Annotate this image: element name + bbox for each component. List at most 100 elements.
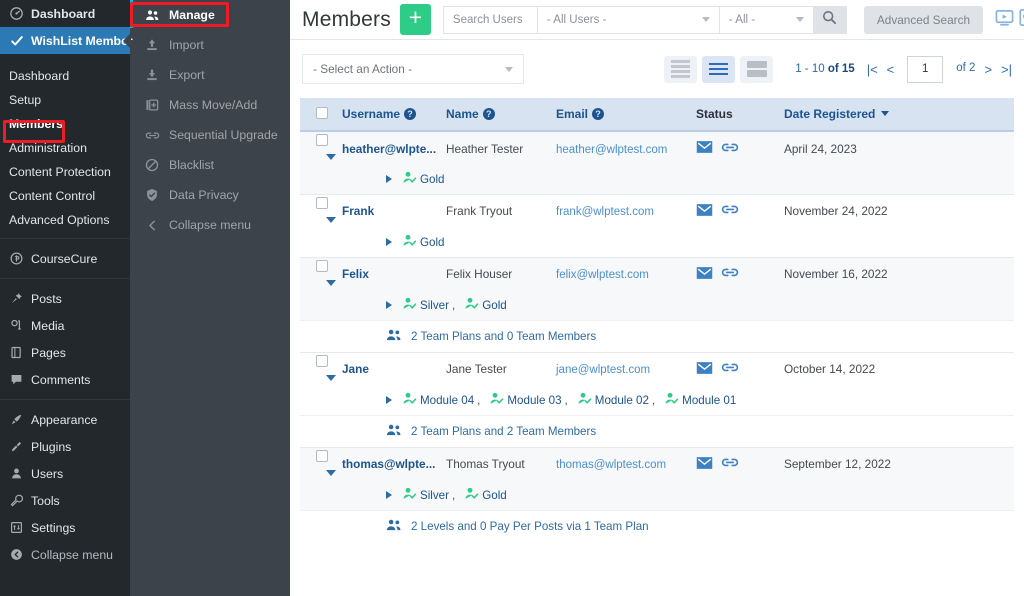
sidebar-item-wlm-administration[interactable]: Administration <box>0 136 130 160</box>
username-link[interactable]: Jane <box>342 362 369 376</box>
link-status-icon[interactable] <box>721 266 739 282</box>
search-button[interactable] <box>812 5 847 34</box>
sidebar-item-wlm-content-control[interactable]: Content Control <box>0 184 130 208</box>
email-status-icon[interactable] <box>696 203 713 220</box>
row-expand-icon[interactable] <box>326 154 336 160</box>
flyout-item-data-privacy[interactable]: Data Privacy <box>130 180 290 210</box>
row-expand-icon[interactable] <box>326 216 336 223</box>
sidebar-item-settings[interactable]: Settings <box>0 514 130 541</box>
username-link[interactable]: heather@wlpte... <box>342 142 436 156</box>
column-username[interactable]: Username? <box>342 98 446 132</box>
view-toggle-compact[interactable] <box>664 55 698 83</box>
membership-level[interactable]: Module 04, <box>402 392 480 408</box>
help-icon[interactable]: ? <box>592 108 605 120</box>
search-input[interactable]: Search Users <box>442 5 537 34</box>
email-link[interactable]: thomas@wlptest.com <box>556 459 666 471</box>
flyout-item-export[interactable]: Export <box>130 60 290 90</box>
expand-levels-icon[interactable] <box>386 175 392 184</box>
link-status-icon[interactable] <box>721 456 739 472</box>
sidebar-item-pages[interactable]: Pages <box>0 339 130 366</box>
link-status-icon[interactable] <box>721 361 739 377</box>
username-link[interactable]: Felix <box>342 267 369 281</box>
sidebar-item-wlm-dashboard[interactable]: Dashboard <box>0 64 130 88</box>
sidebar-item-dashboard[interactable]: Dashboard <box>0 0 130 27</box>
sidebar-item-wlm-content-protection[interactable]: Content Protection <box>0 160 130 184</box>
flyout-item-mass-move-add[interactable]: Mass Move/Add <box>130 90 290 120</box>
email-status-icon[interactable] <box>696 140 713 157</box>
link-status-icon[interactable] <box>721 203 739 219</box>
sidebar-item-posts[interactable]: Posts <box>0 285 130 312</box>
email-link[interactable]: felix@wlptest.com <box>556 269 649 281</box>
flyout-item-blacklist[interactable]: Blacklist <box>130 150 290 180</box>
level-filter-select[interactable]: - All - <box>718 5 813 34</box>
view-toggle-block[interactable] <box>740 55 774 83</box>
table-row[interactable]: thomas@wlpte... Thomas Tryout thomas@wlp… <box>300 447 1014 481</box>
video-tutorial-icon[interactable] <box>995 8 1014 32</box>
table-row[interactable]: heather@wlpte... Heather Tester heather@… <box>300 131 1014 165</box>
prev-page-button[interactable]: < <box>887 63 895 76</box>
row-expand-icon[interactable] <box>326 374 336 381</box>
row-expand-icon[interactable] <box>326 469 336 476</box>
expand-levels-icon[interactable] <box>386 301 392 310</box>
membership-level[interactable]: Gold <box>402 171 445 187</box>
sidebar-item-comments[interactable]: Comments <box>0 366 130 393</box>
expand-levels-icon[interactable] <box>386 238 392 247</box>
last-page-button[interactable]: >| <box>1001 63 1012 76</box>
flyout-item-collapse-menu[interactable]: Collapse menu <box>130 210 290 240</box>
table-row[interactable]: Felix Felix Houser felix@wlptest.com Nov… <box>300 257 1014 291</box>
sidebar-item-wlm-setup[interactable]: Setup <box>0 88 130 112</box>
team-summary[interactable]: 2 Team Plans and 2 Team Members <box>300 423 1014 440</box>
email-link[interactable]: jane@wlptest.com <box>556 364 650 376</box>
row-expand-icon[interactable] <box>326 279 336 286</box>
username-link[interactable]: Frank <box>342 204 374 218</box>
sidebar-item-wishlist-member[interactable]: WishList Member <box>0 27 133 54</box>
membership-level[interactable]: Silver, <box>402 297 455 313</box>
bulk-action-select[interactable]: - Select an Action - <box>302 54 524 84</box>
sidebar-item-appearance[interactable]: Appearance <box>0 406 130 433</box>
row-checkbox[interactable] <box>316 134 328 146</box>
sidebar-item-media[interactable]: Media <box>0 312 130 339</box>
username-link[interactable]: thomas@wlpte... <box>342 457 435 471</box>
flyout-item-import[interactable]: Import <box>130 30 290 60</box>
membership-level[interactable]: Module 03, <box>489 392 568 408</box>
link-status-icon[interactable] <box>721 141 739 157</box>
select-all-checkbox[interactable] <box>316 106 328 119</box>
page-number-input[interactable]: 1 <box>907 55 944 83</box>
email-status-icon[interactable] <box>696 266 713 283</box>
sidebar-item-wlm-advanced-options[interactable]: Advanced Options <box>0 208 130 232</box>
flyout-item-sequential-upgrade[interactable]: Sequential Upgrade <box>130 120 290 150</box>
flyout-item-manage[interactable]: Manage <box>130 0 290 30</box>
sidebar-item-coursecure[interactable]: CourseCure <box>0 245 130 272</box>
row-checkbox[interactable] <box>316 196 328 209</box>
column-email[interactable]: Email? <box>556 98 696 132</box>
expand-levels-icon[interactable] <box>386 396 392 405</box>
email-status-icon[interactable] <box>696 361 713 378</box>
row-checkbox[interactable] <box>316 449 328 462</box>
advanced-search-button[interactable]: Advanced Search <box>863 5 984 34</box>
membership-level[interactable]: Gold <box>402 234 445 250</box>
sidebar-item-tools[interactable]: Tools <box>0 487 130 514</box>
email-link[interactable]: frank@wlptest.com <box>556 206 654 218</box>
user-filter-select[interactable]: - All Users - <box>536 5 719 34</box>
view-toggle-list[interactable] <box>702 55 736 83</box>
row-checkbox[interactable] <box>316 354 328 367</box>
help-icon[interactable]: ? <box>482 108 495 120</box>
document-search-icon[interactable] <box>1018 8 1024 32</box>
row-checkbox[interactable] <box>316 259 328 272</box>
table-row[interactable]: Jane Jane Tester jane@wlptest.com Octobe… <box>300 352 1014 386</box>
email-link[interactable]: heather@wlptest.com <box>556 144 667 156</box>
help-icon[interactable]: ? <box>404 108 417 120</box>
sort-desc-icon[interactable] <box>881 111 890 116</box>
table-row[interactable]: Frank Frank Tryout frank@wlptest.com Nov… <box>300 194 1014 228</box>
next-page-button[interactable]: > <box>984 63 992 76</box>
membership-level[interactable]: Module 01 <box>664 392 736 408</box>
email-status-icon[interactable] <box>696 456 713 473</box>
sidebar-item-collapse-menu[interactable]: Collapse menu <box>0 541 130 568</box>
column-date-registered[interactable]: Date Registered <box>784 98 1014 132</box>
membership-level[interactable]: Module 02, <box>577 392 655 408</box>
membership-level[interactable]: Gold <box>464 297 507 313</box>
sidebar-item-wlm-members[interactable]: Members <box>0 112 130 136</box>
first-page-button[interactable]: |< <box>867 63 878 76</box>
team-summary[interactable]: 2 Levels and 0 Pay Per Posts via 1 Team … <box>300 518 1014 535</box>
column-name[interactable]: Name? <box>446 98 556 132</box>
